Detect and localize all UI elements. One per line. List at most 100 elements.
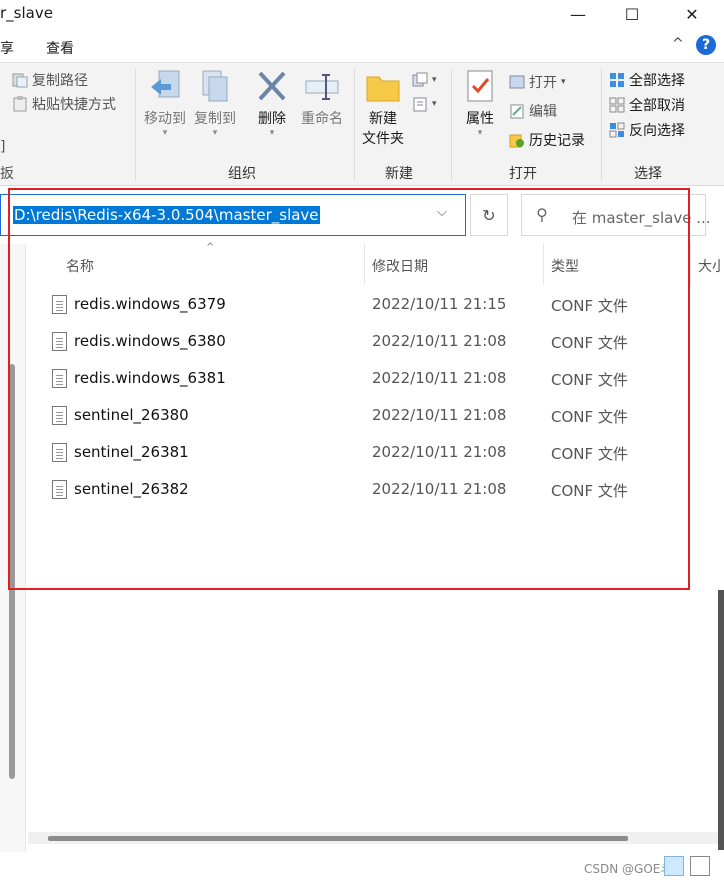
copy-to-button[interactable]: 复制到 ▾	[192, 69, 238, 138]
address-bar[interactable]: D:\redis\Redis-x64-3.0.504\master_slave …	[0, 194, 466, 236]
chevron-down-icon: ▾	[162, 128, 168, 138]
collapse-ribbon-icon[interactable]: ^	[672, 36, 684, 52]
column-header-date[interactable]: 修改日期	[372, 256, 428, 276]
move-to-icon	[147, 69, 183, 105]
column-header-name[interactable]: 名称	[66, 256, 94, 276]
properties-button[interactable]: 属性 ▾	[458, 69, 502, 138]
delete-button[interactable]: 删除 ▾	[250, 69, 294, 138]
new-item-button[interactable]: ▾	[412, 69, 437, 91]
file-name: sentinel_26380	[74, 406, 189, 424]
edit-label: 编辑	[529, 104, 557, 120]
file-type: CONF 文件	[551, 445, 628, 463]
search-icon: ⚲	[536, 205, 548, 224]
file-type: CONF 文件	[551, 371, 628, 389]
chevron-down-icon: ▾	[561, 77, 566, 87]
properties-icon	[462, 69, 498, 105]
file-date: 2022/10/11 21:08	[372, 406, 507, 424]
conf-file-icon	[52, 443, 67, 462]
new-folder-label-line1: 新建	[369, 111, 397, 127]
select-all-label: 全部选择	[629, 73, 685, 89]
select-all-button[interactable]: 全部选择	[609, 69, 685, 91]
sort-ascending-icon: ^	[206, 242, 215, 253]
tab-view[interactable]: 查看	[46, 38, 74, 58]
conf-file-icon	[52, 406, 67, 425]
rename-button[interactable]: 重命名	[298, 69, 346, 129]
history-label: 历史记录	[529, 133, 585, 149]
paste-shortcut-label: 粘贴快捷方式	[32, 97, 116, 113]
open-label: 打开	[529, 75, 557, 91]
properties-label: 属性	[466, 111, 494, 127]
file-row[interactable]: sentinel_26380 2022/10/11 21:08 CONF 文件	[40, 397, 680, 434]
details-view-button[interactable]	[664, 856, 684, 876]
file-row[interactable]: sentinel_26382 2022/10/11 21:08 CONF 文件	[40, 471, 680, 508]
column-divider[interactable]	[543, 244, 544, 284]
history-icon	[509, 132, 525, 148]
nav-scrollbar[interactable]	[9, 364, 15, 779]
new-folder-label-line2: 文件夹	[362, 131, 404, 147]
rename-icon	[304, 69, 340, 105]
address-path[interactable]: D:\redis\Redis-x64-3.0.504\master_slave	[13, 206, 320, 224]
menu-bar: 享 查看	[0, 30, 724, 62]
file-row[interactable]: redis.windows_6381 2022/10/11 21:08 CONF…	[40, 360, 680, 397]
column-divider[interactable]	[690, 244, 691, 284]
maximize-button[interactable]: ☐	[609, 0, 655, 28]
refresh-button[interactable]: ↻	[470, 194, 508, 236]
column-header-size[interactable]: 大小	[698, 256, 722, 276]
new-folder-button[interactable]: 新建 文件夹	[358, 69, 408, 149]
column-divider[interactable]	[364, 244, 365, 284]
ribbon: ] 扳 复制路径 粘贴快捷方式 移动到 ▾ 复制到 ▾ 删除 ▾ 重命名 组织 …	[0, 62, 724, 186]
select-none-button[interactable]: 全部取消	[609, 94, 685, 116]
help-icon[interactable]: ?	[696, 35, 716, 55]
folder-icon	[365, 69, 401, 105]
file-name: redis.windows_6379	[74, 295, 226, 313]
copy-path-button[interactable]: 复制路径	[12, 69, 88, 91]
chevron-down-icon[interactable]: ⌵	[437, 205, 447, 220]
file-date: 2022/10/11 21:08	[372, 480, 507, 498]
search-input[interactable]: ⚲ 在 master_slave ...	[521, 194, 711, 236]
select-none-icon	[609, 97, 625, 113]
tab-share[interactable]: 享	[0, 38, 14, 58]
history-button[interactable]: 历史记录	[509, 129, 585, 151]
ribbon-separator	[451, 69, 452, 181]
background-window-edge	[718, 590, 724, 850]
chevron-down-icon: ▾	[432, 75, 437, 85]
move-to-button[interactable]: 移动到 ▾	[140, 69, 190, 138]
edit-icon	[509, 103, 525, 119]
ribbon-separator	[135, 69, 136, 181]
move-to-label: 移动到	[144, 111, 186, 127]
file-date: 2022/10/11 21:15	[372, 295, 507, 313]
column-header-type[interactable]: 类型	[551, 256, 579, 276]
rename-label: 重命名	[301, 111, 343, 127]
file-name: sentinel_26382	[74, 480, 189, 498]
ribbon-separator	[601, 69, 602, 181]
file-row[interactable]: redis.windows_6380 2022/10/11 21:08 CONF…	[40, 323, 680, 360]
chevron-down-icon: ▾	[432, 99, 437, 109]
open-group-label: 打开	[509, 166, 537, 182]
open-icon	[509, 74, 525, 90]
copy-path-icon	[12, 72, 28, 88]
select-none-label: 全部取消	[629, 98, 685, 114]
chevron-down-icon: ▾	[212, 128, 218, 138]
minimize-button[interactable]: —	[555, 0, 601, 28]
large-icons-view-button[interactable]	[690, 856, 710, 876]
edit-button[interactable]: 编辑	[509, 100, 557, 122]
chevron-down-icon: ▾	[269, 128, 275, 138]
paste-shortcut-button[interactable]: 粘贴快捷方式	[12, 93, 116, 115]
file-name: redis.windows_6381	[74, 369, 226, 387]
navigation-pane	[0, 244, 26, 854]
file-row[interactable]: redis.windows_6379 2022/10/11 21:15 CONF…	[40, 286, 680, 323]
invert-selection-button[interactable]: 反向选择	[609, 119, 685, 141]
ribbon-separator	[354, 69, 355, 181]
invert-selection-label: 反向选择	[629, 123, 685, 139]
ribbon-fragment: 扳	[0, 166, 14, 182]
delete-icon	[254, 69, 290, 105]
ribbon-fragment: ]	[0, 139, 6, 155]
easy-access-button[interactable]: ▾	[412, 93, 437, 115]
close-button[interactable]: ✕	[669, 0, 715, 28]
new-item-icon	[412, 72, 428, 88]
file-date: 2022/10/11 21:08	[372, 332, 507, 350]
file-row[interactable]: sentinel_26381 2022/10/11 21:08 CONF 文件	[40, 434, 680, 471]
copy-to-label: 复制到	[194, 111, 236, 127]
horizontal-scrollbar-thumb[interactable]	[48, 836, 628, 841]
open-button[interactable]: 打开 ▾	[509, 71, 566, 93]
